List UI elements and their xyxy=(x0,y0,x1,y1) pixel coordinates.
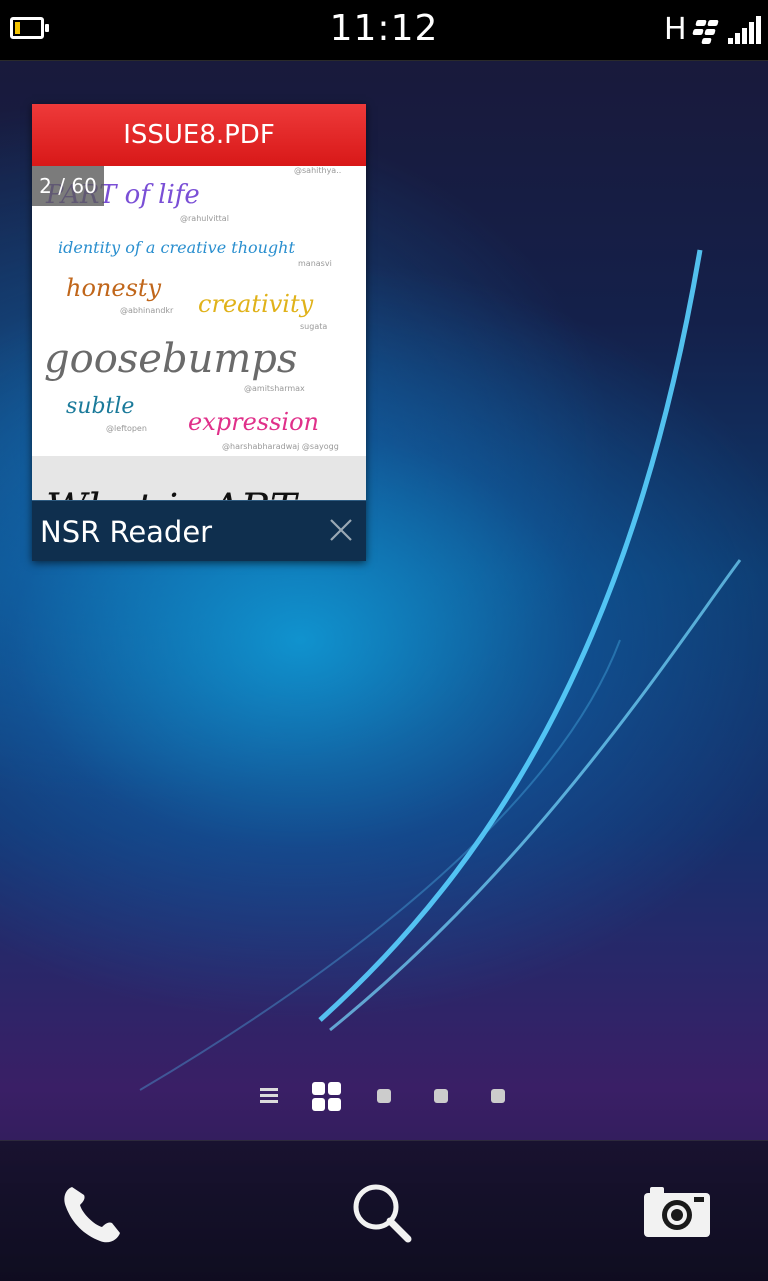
active-frame-nsr-reader[interactable]: ISSUE8.PDF @sahithya.. PART of life @rah… xyxy=(32,104,366,561)
app-name: NSR Reader xyxy=(40,515,213,549)
active-frame-footer: NSR Reader xyxy=(32,500,366,561)
page-author: @harshabharadwaj @sayogg xyxy=(222,442,339,451)
page-author: @amitsharmax xyxy=(244,384,305,393)
network-type-label: H xyxy=(664,12,687,47)
page-word: creativity xyxy=(198,290,314,318)
clock: 11:12 xyxy=(329,8,439,49)
page-dot[interactable] xyxy=(491,1089,505,1103)
page-author: @abhinandkr xyxy=(120,306,174,315)
list-view-icon[interactable] xyxy=(260,1088,278,1106)
page-word: goosebumps xyxy=(44,336,298,382)
signal-bars-icon xyxy=(728,16,762,44)
bottom-dock xyxy=(0,1140,768,1281)
active-frames-grid-icon[interactable] xyxy=(312,1082,342,1112)
page-word: identity of a creative thought xyxy=(58,238,295,257)
phone-icon[interactable] xyxy=(56,1179,126,1249)
page-word: expression xyxy=(188,408,319,436)
status-bar[interactable]: 11:12 H xyxy=(0,0,768,61)
page-dot[interactable] xyxy=(377,1089,391,1103)
next-page-preview: What is ART xyxy=(32,456,366,500)
search-icon[interactable] xyxy=(348,1179,418,1249)
page-author: @rahulvittal xyxy=(180,214,229,223)
document-title: ISSUE8.PDF xyxy=(32,104,366,166)
camera-icon[interactable] xyxy=(642,1179,712,1249)
page-author: manasvi xyxy=(298,259,332,268)
page-indicator: 2 / 60 xyxy=(32,166,104,206)
page-word: subtle xyxy=(66,394,135,419)
home-pager[interactable] xyxy=(258,1082,518,1112)
next-page-peek: What is ART xyxy=(46,486,297,500)
page-author: @sahithya.. xyxy=(294,166,342,175)
page-author: sugata xyxy=(300,322,328,331)
blackberry-logo-icon xyxy=(692,18,720,44)
page-word: honesty xyxy=(66,274,162,302)
close-icon[interactable] xyxy=(328,517,354,543)
page-author: @leftopen xyxy=(106,424,147,433)
document-page-preview: @sahithya.. PART of life @rahulvittal id… xyxy=(32,166,366,456)
page-dot[interactable] xyxy=(434,1089,448,1103)
